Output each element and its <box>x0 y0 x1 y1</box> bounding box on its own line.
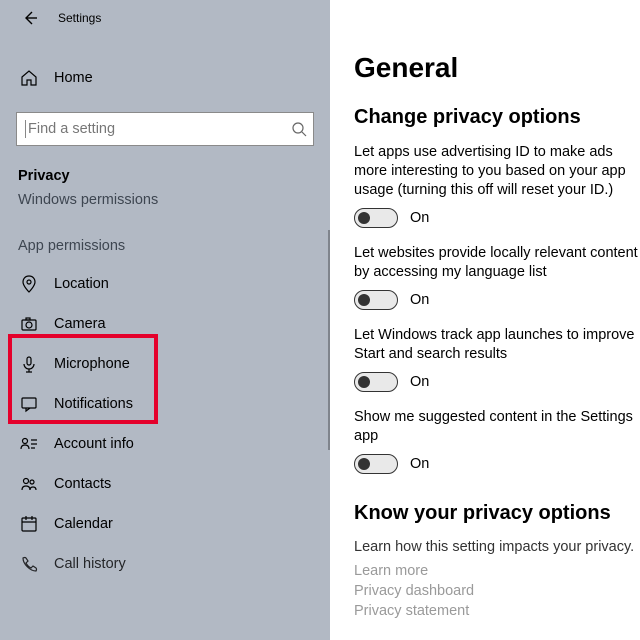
toggle-app-launches[interactable] <box>354 372 398 392</box>
back-button[interactable] <box>16 4 44 32</box>
category-sub: Windows permissions <box>0 186 330 208</box>
window-title: Settings <box>58 11 101 25</box>
sidebar-item-label: Contacts <box>54 476 111 492</box>
know-section: Know your privacy options Learn how this… <box>354 502 640 619</box>
sidebar-item-label: Location <box>54 276 109 292</box>
toggle-state: On <box>410 210 429 226</box>
nav-home[interactable]: Home <box>16 58 314 98</box>
sidebar-item-label: Calendar <box>54 516 113 532</box>
toggle-advertising-id[interactable] <box>354 208 398 228</box>
link-privacy-dashboard[interactable]: Privacy dashboard <box>354 583 640 599</box>
sidebar: Settings Home Privacy Windows permission… <box>0 0 330 640</box>
titlebar: Settings <box>0 0 330 36</box>
link-learn-more[interactable]: Learn more <box>354 563 640 579</box>
main-content: General Change privacy options Let apps … <box>330 0 640 640</box>
phone-icon <box>18 555 40 573</box>
location-icon <box>18 275 40 293</box>
option-language-list: Let websites provide locally relevant co… <box>354 244 640 310</box>
search-input[interactable] <box>28 121 291 137</box>
calendar-icon <box>18 515 40 533</box>
option-desc: Let Windows track app launches to improv… <box>354 326 640 364</box>
sidebar-item-calendar[interactable]: Calendar <box>16 504 314 544</box>
text-caret <box>25 120 26 138</box>
microphone-icon <box>18 355 40 373</box>
option-advertising-id: Let apps use advertising ID to make ads … <box>354 143 640 228</box>
sidebar-item-call-history[interactable]: Call history <box>16 544 314 584</box>
sidebar-item-location[interactable]: Location <box>16 264 314 304</box>
search-box[interactable] <box>16 112 314 146</box>
sidebar-item-label: Microphone <box>54 356 130 372</box>
camera-icon <box>18 315 40 333</box>
toggle-suggested-content[interactable] <box>354 454 398 474</box>
option-desc: Show me suggested content in the Setting… <box>354 408 640 446</box>
category-heading: Privacy <box>0 146 330 186</box>
contacts-icon <box>18 475 40 493</box>
sidebar-item-camera[interactable]: Camera <box>16 304 314 344</box>
home-icon <box>18 69 40 87</box>
sidebar-item-account-info[interactable]: Account info <box>16 424 314 464</box>
sidebar-item-label: Call history <box>54 556 126 572</box>
know-heading: Know your privacy options <box>354 502 640 525</box>
sidebar-item-label: Camera <box>54 316 106 332</box>
sidebar-item-microphone[interactable]: Microphone <box>16 344 314 384</box>
toggle-state: On <box>410 456 429 472</box>
toggle-language-list[interactable] <box>354 290 398 310</box>
option-desc: Let websites provide locally relevant co… <box>354 244 640 282</box>
notifications-icon <box>18 395 40 413</box>
sidebar-item-label: Account info <box>54 436 134 452</box>
link-privacy-statement[interactable]: Privacy statement <box>354 603 640 619</box>
search-icon <box>291 121 307 137</box>
option-suggested-content: Show me suggested content in the Setting… <box>354 408 640 474</box>
toggle-state: On <box>410 292 429 308</box>
toggle-state: On <box>410 374 429 390</box>
scrollbar[interactable] <box>328 230 330 450</box>
sidebar-item-contacts[interactable]: Contacts <box>16 464 314 504</box>
option-desc: Let apps use advertising ID to make ads … <box>354 143 640 200</box>
arrow-left-icon <box>22 10 38 26</box>
nav-home-label: Home <box>54 70 93 86</box>
section-heading: Change privacy options <box>354 106 640 129</box>
account-info-icon <box>18 435 40 453</box>
option-app-launches: Let Windows track app launches to improv… <box>354 326 640 392</box>
page-title: General <box>354 52 640 84</box>
know-desc: Learn how this setting impacts your priv… <box>354 539 640 555</box>
sidebar-item-label: Notifications <box>54 396 133 412</box>
sidebar-item-notifications[interactable]: Notifications <box>16 384 314 424</box>
section-app-permissions: App permissions <box>0 208 330 258</box>
